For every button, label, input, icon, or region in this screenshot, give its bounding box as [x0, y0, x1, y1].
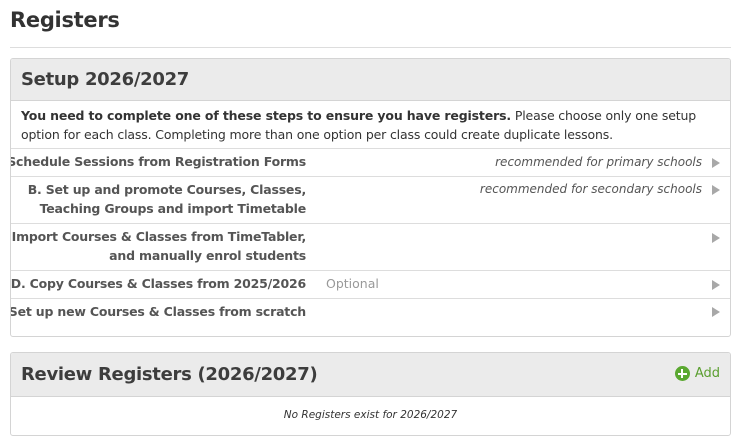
setup-panel-header: Setup 2026/2027 [11, 59, 730, 101]
setup-option-d-label: D. Copy Courses & Classes from 2025/2026 [10, 276, 306, 291]
setup-option-d-optional-tag: Optional [326, 276, 379, 291]
chevron-right-icon [712, 307, 720, 317]
chevron-right-icon [712, 280, 720, 290]
setup-option-b[interactable]: B. Set up and promote Courses, Classes, … [11, 176, 730, 223]
add-button-label: Add [694, 366, 720, 381]
title-divider [10, 47, 731, 48]
setup-option-d[interactable]: D. Copy Courses & Classes from 2025/2026… [11, 270, 730, 298]
add-register-button[interactable]: Add [674, 366, 720, 381]
plus-circle-icon [674, 366, 690, 381]
setup-option-c[interactable]: C. Import Courses & Classes from TimeTab… [11, 223, 730, 270]
setup-option-e-label: E. Set up new Courses & Classes from scr… [10, 304, 306, 319]
chevron-right-icon [712, 185, 720, 195]
setup-option-a-label: A. Schedule Sessions from Registration F… [10, 154, 306, 169]
chevron-right-icon [712, 158, 720, 168]
setup-option-e[interactable]: E. Set up new Courses & Classes from scr… [10, 298, 730, 336]
setup-option-a[interactable]: A. Schedule Sessions from Registration F… [11, 148, 730, 176]
page-title: Registers [10, 8, 120, 32]
setup-panel-title: Setup 2026/2027 [21, 69, 190, 90]
setup-option-b-note: recommended for secondary schools [479, 182, 702, 196]
review-panel-header: Review Registers (2026/2027) Add [11, 353, 730, 397]
review-registers-panel: Review Registers (2026/2027) Add No Regi… [10, 352, 731, 436]
setup-option-a-note: recommended for primary schools [495, 155, 702, 169]
setup-option-c-label: C. Import Courses & Classes from TimeTab… [10, 229, 306, 263]
empty-state-message: No Registers exist for 2026/2027 [283, 409, 458, 421]
setup-intro: You need to complete one of these steps … [21, 106, 721, 144]
setup-intro-bold: You need to complete one of these steps … [21, 108, 511, 123]
setup-panel: Setup 2026/2027 You need to complete one… [10, 58, 731, 337]
review-panel-title: Review Registers (2026/2027) [21, 364, 318, 385]
setup-option-b-label: B. Set up and promote Courses, Classes, … [27, 182, 307, 216]
chevron-right-icon [712, 233, 720, 243]
